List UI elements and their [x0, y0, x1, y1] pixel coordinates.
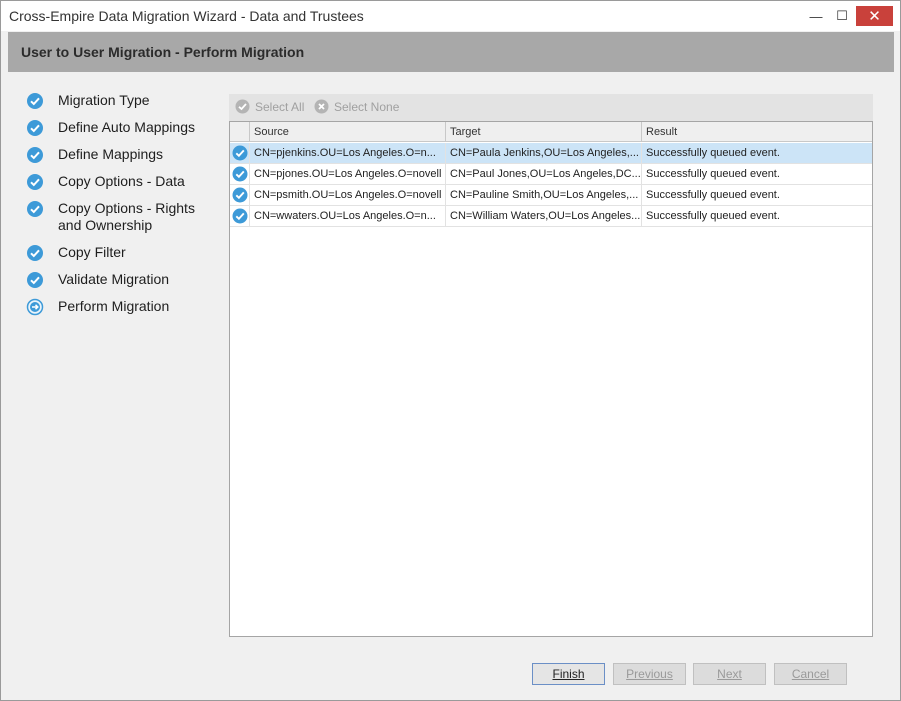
- step-copy-filter[interactable]: Copy Filter: [26, 244, 126, 262]
- column-header-result[interactable]: Result: [642, 122, 872, 142]
- page-title: User to User Migration - Perform Migrati…: [21, 44, 305, 60]
- step-label: Define Mappings: [58, 146, 164, 162]
- step-validate-migration[interactable]: Validate Migration: [26, 271, 169, 289]
- window-title: Cross-Empire Data Migration Wizard - Dat…: [9, 8, 364, 24]
- row-status-cell: [230, 143, 250, 163]
- target-cell: CN=William Waters,OU=Los Angeles...: [446, 206, 642, 226]
- check-circle-icon: [232, 208, 248, 224]
- step-define-mappings[interactable]: Define Mappings: [26, 146, 163, 164]
- source-cell: CN=pjones.OU=Los Angeles.O=novell: [250, 164, 446, 184]
- table-row[interactable]: CN=pjones.OU=Los Angeles.O=novell CN=Pau…: [230, 164, 872, 185]
- step-label: Copy Options - Rights and Ownership: [58, 200, 195, 233]
- check-circle-icon: [27, 272, 43, 288]
- column-header-source[interactable]: Source: [250, 122, 446, 142]
- cancel-button[interactable]: Cancel: [774, 663, 847, 685]
- table-row[interactable]: CN=psmith.OU=Los Angeles.O=novell CN=Pau…: [230, 185, 872, 206]
- grid-toolbar: Select All Select None: [229, 94, 873, 121]
- minimize-icon: —: [809, 8, 823, 24]
- check-circle-icon: [232, 166, 248, 182]
- check-circle-icon: [27, 174, 43, 190]
- table-row[interactable]: CN=wwaters.OU=Los Angeles.O=n... CN=Will…: [230, 206, 872, 227]
- title-bar: Cross-Empire Data Migration Wizard - Dat…: [1, 1, 900, 31]
- target-cell: CN=Pauline Smith,OU=Los Angeles,...: [446, 185, 642, 205]
- check-circle-icon: [27, 120, 43, 136]
- wizard-window: Cross-Empire Data Migration Wizard - Dat…: [0, 0, 901, 701]
- source-cell: CN=wwaters.OU=Los Angeles.O=n...: [250, 206, 446, 226]
- step-define-auto-mappings[interactable]: Define Auto Mappings: [26, 119, 195, 137]
- target-cell: CN=Paula Jenkins,OU=Los Angeles,...: [446, 143, 642, 163]
- arrow-circle-icon: [26, 298, 44, 316]
- wizard-header: User to User Migration - Perform Migrati…: [8, 32, 894, 72]
- step-migration-type[interactable]: Migration Type: [26, 92, 150, 110]
- step-label: Copy Filter: [58, 244, 126, 260]
- step-perform-migration[interactable]: Perform Migration: [26, 298, 169, 316]
- grid-header: Source Target Result: [230, 122, 872, 142]
- check-circle-icon: [235, 99, 250, 114]
- maximize-button[interactable]: ☐: [828, 6, 856, 26]
- maximize-icon: ☐: [836, 8, 848, 23]
- select-all-label: Select All: [255, 99, 305, 114]
- step-copy-options-data[interactable]: Copy Options - Data: [26, 173, 185, 191]
- close-icon: ✕: [868, 8, 881, 25]
- step-label: Define Auto Mappings: [58, 119, 195, 135]
- select-none-button[interactable]: Select None: [314, 99, 399, 114]
- step-label: Perform Migration: [58, 298, 170, 314]
- step-copy-options-rights[interactable]: Copy Options - Rights and Ownership: [26, 200, 195, 233]
- source-cell: CN=psmith.OU=Los Angeles.O=novell: [250, 185, 446, 205]
- column-header-target[interactable]: Target: [446, 122, 642, 142]
- next-button[interactable]: Next: [693, 663, 766, 685]
- select-none-label: Select None: [334, 99, 400, 114]
- close-button[interactable]: ✕: [856, 6, 893, 26]
- x-circle-icon: [314, 99, 329, 114]
- row-status-cell: [230, 185, 250, 205]
- finish-button[interactable]: Finish: [532, 663, 605, 685]
- step-label: Migration Type: [58, 92, 150, 108]
- check-circle-icon: [27, 245, 43, 261]
- check-circle-icon: [27, 93, 43, 109]
- result-cell: Successfully queued event.: [646, 189, 780, 201]
- check-circle-icon: [232, 145, 248, 161]
- check-circle-icon: [27, 201, 43, 217]
- step-label: Validate Migration: [58, 271, 170, 287]
- wizard-content: Migration Type Define Auto Mappings Defi…: [8, 72, 894, 694]
- step-label: Copy Options - Data: [58, 173, 185, 189]
- check-circle-icon: [27, 147, 43, 163]
- source-cell: CN=pjenkins.OU=Los Angeles.O=n...: [250, 143, 446, 163]
- minimize-button[interactable]: —: [802, 6, 830, 26]
- result-cell: Successfully queued event.: [646, 147, 780, 159]
- check-circle-icon: [232, 187, 248, 203]
- row-status-cell: [230, 164, 250, 184]
- previous-button[interactable]: Previous: [613, 663, 686, 685]
- column-header-icon: [230, 122, 250, 142]
- migration-grid[interactable]: Source Target Result CN=pjenkins.OU=Los …: [229, 121, 873, 637]
- target-cell: CN=Paul Jones,OU=Los Angeles,DC...: [446, 164, 642, 184]
- row-status-cell: [230, 206, 250, 226]
- result-cell: Successfully queued event.: [646, 210, 780, 222]
- result-cell: Successfully queued event.: [646, 168, 780, 180]
- select-all-button[interactable]: Select All: [235, 99, 304, 114]
- table-row[interactable]: CN=pjenkins.OU=Los Angeles.O=n... CN=Pau…: [230, 143, 872, 164]
